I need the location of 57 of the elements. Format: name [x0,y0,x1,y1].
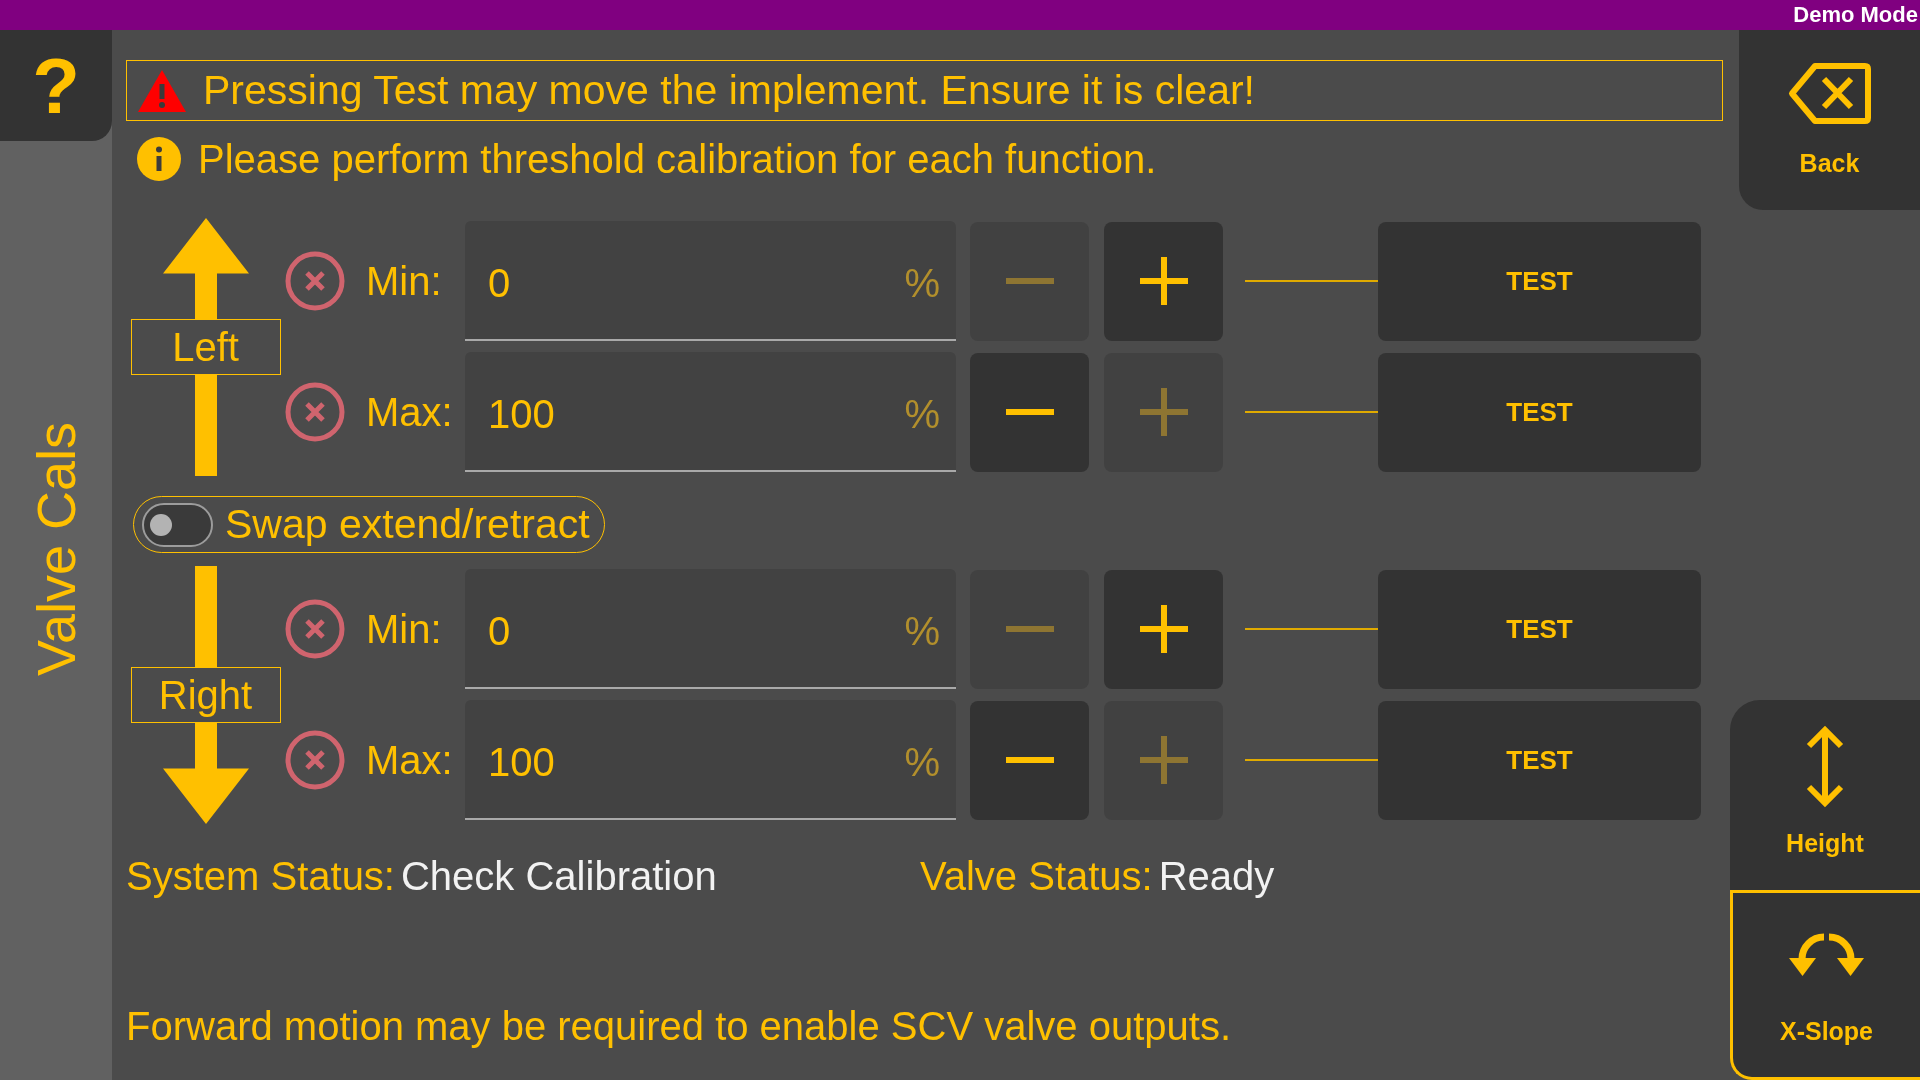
function-label: Right [130,666,281,723]
warning-text: Pressing Test may move the implement. Ensure it is clear! [203,65,1255,115]
unit-label: % [904,608,940,655]
test-button[interactable]: TEST [1378,352,1701,472]
demo-mode-label: Demo Mode [1793,1,1919,29]
row-label: Max: [366,737,454,784]
value-field[interactable]: 0 % [465,221,956,341]
field-value: 100 [488,391,555,438]
decrease-button[interactable] [970,700,1089,820]
test-button[interactable]: TEST [1378,700,1701,820]
info-icon [137,137,181,181]
value-field[interactable]: 0 % [465,569,956,689]
help-button[interactable]: ? [0,30,112,141]
decrease-button[interactable] [970,352,1089,472]
clear-icon[interactable] [285,599,345,659]
test-button[interactable]: TEST [1378,221,1701,341]
status-value: Ready [1158,853,1275,900]
minus-icon [1005,409,1054,415]
mode-button[interactable]: Height [1730,700,1920,890]
minus-icon [1005,278,1054,284]
clear-icon[interactable] [285,251,345,311]
field-value: 0 [488,608,511,655]
unit-label: % [904,260,940,307]
row-label: Min: [366,606,443,653]
mode-button[interactable]: X-Slope [1730,890,1920,1080]
function-label: Left [130,318,281,375]
value-field[interactable]: 100 % [465,352,956,472]
unit-label: % [904,391,940,438]
clear-icon[interactable] [285,382,345,442]
warning-icon [137,68,187,113]
status-value: Check Calibration [401,853,717,900]
info-text: Please perform threshold calibration for each function. [198,136,1157,183]
page-title: Valve Cals [29,422,83,677]
row-label: Max: [366,389,454,436]
back-button[interactable]: Back [1739,30,1920,210]
increase-button[interactable] [1104,221,1223,341]
field-value: 100 [488,739,555,786]
minus-icon [1005,757,1054,763]
plus-icon [1139,736,1188,784]
footer-note: Forward motion may be required to enable SCV valve outputs. [126,1003,1232,1048]
value-field[interactable]: 100 % [465,700,956,820]
row-label: Min: [366,258,443,305]
backspace-icon [1787,61,1872,125]
minus-icon [1005,626,1054,632]
toggle-switch[interactable] [142,502,213,547]
toggle-label: Swap extend/retract [225,499,590,549]
clear-icon[interactable] [285,730,345,790]
plus-icon [1139,605,1188,653]
increase-button[interactable] [1104,569,1223,689]
plus-icon [1139,257,1188,305]
status-label: System Status: [126,853,395,900]
field-value: 0 [488,260,511,307]
unit-label: % [904,739,940,786]
test-button[interactable]: TEST [1378,569,1701,689]
plus-icon [1139,388,1188,436]
up-down-arrow-icon [1805,724,1845,808]
status-label: Valve Status: [920,853,1153,900]
